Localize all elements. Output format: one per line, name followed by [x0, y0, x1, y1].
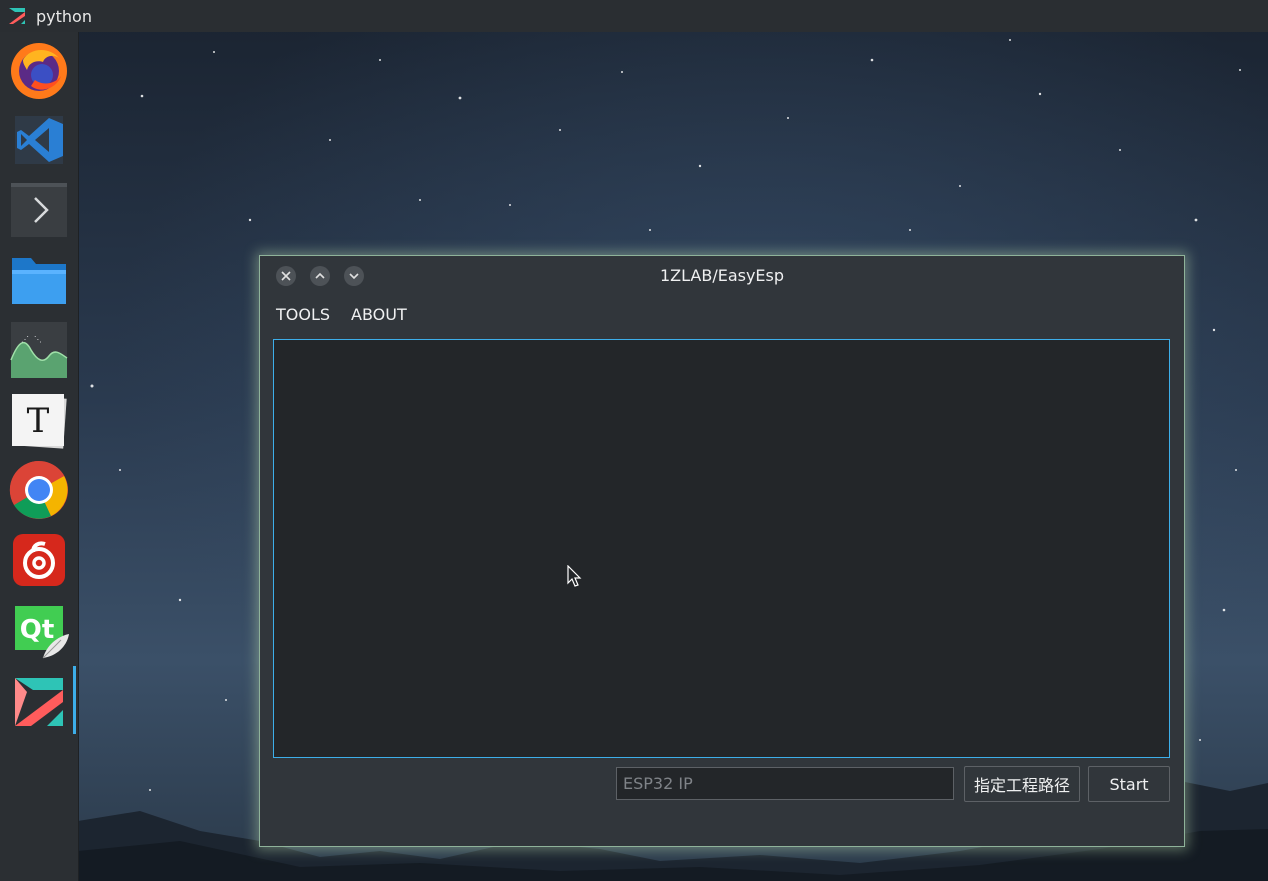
folder-icon — [12, 258, 66, 304]
window-titlebar[interactable]: 1ZLAB/EasyEsp — [260, 256, 1184, 296]
output-text-area[interactable] — [273, 339, 1170, 758]
1zlab-logo-icon — [9, 8, 25, 24]
netease-music-icon — [13, 534, 65, 586]
dock-item-qt-designer[interactable]: Qt — [9, 600, 69, 660]
1zlab-logo-icon — [15, 678, 63, 726]
active-indicator — [73, 666, 76, 734]
system-monitor-icon: ⋰ ⋱ — [10, 322, 68, 378]
menu-about[interactable]: ABOUT — [351, 305, 407, 324]
dock-item-terminal[interactable] — [9, 180, 69, 240]
dock-item-chrome[interactable] — [9, 460, 69, 520]
dock-item-files[interactable] — [9, 250, 69, 310]
dock-item-firefox[interactable] — [9, 40, 69, 100]
start-button[interactable]: Start — [1088, 766, 1170, 802]
terminal-icon — [11, 183, 67, 237]
qt-icon: Qt — [15, 606, 69, 659]
firefox-icon — [11, 43, 67, 99]
active-app-name: python — [36, 6, 92, 26]
dock-item-1zlab[interactable] — [9, 672, 69, 732]
typora-icon: T — [12, 394, 67, 449]
dock-item-vscode[interactable] — [9, 110, 69, 170]
esp32-ip-input[interactable] — [616, 767, 954, 800]
dock-item-system-monitor[interactable]: ⋰ ⋱ — [9, 320, 69, 380]
menu-tools[interactable]: TOOLS — [276, 305, 330, 324]
dock: ⋰ ⋱ T Qt — [0, 32, 79, 881]
vscode-icon — [15, 116, 63, 164]
top-panel: python — [0, 0, 1268, 32]
easyesp-window: 1ZLAB/EasyEsp TOOLS ABOUT 指定工程路径 Start — [259, 255, 1185, 847]
qt-text: Qt — [20, 615, 55, 645]
svg-text:⋰ ⋱: ⋰ ⋱ — [21, 335, 42, 344]
window-title: 1ZLAB/EasyEsp — [659, 266, 785, 285]
typora-letter: T — [27, 401, 50, 441]
chrome-icon — [9, 460, 68, 519]
mouse-cursor-icon — [567, 565, 582, 587]
select-project-path-button[interactable]: 指定工程路径 — [964, 766, 1080, 802]
dock-item-netease-music[interactable] — [9, 530, 69, 590]
dock-item-typora[interactable]: T — [9, 390, 69, 450]
